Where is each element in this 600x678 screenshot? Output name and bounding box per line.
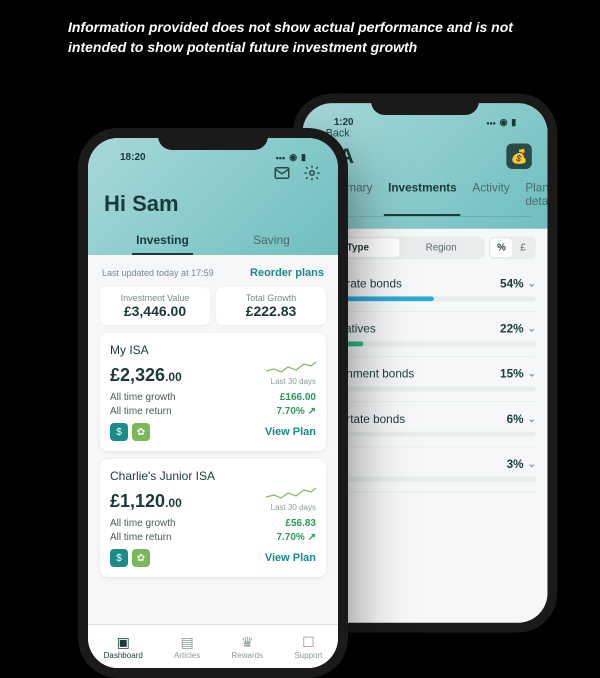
total-growth: £222.83 (222, 303, 320, 319)
rewards-icon: ♛ (232, 634, 264, 651)
status-time: 1:20 (334, 117, 354, 128)
tabbar-articles-label: Articles (174, 651, 200, 660)
mail-icon[interactable] (272, 163, 292, 183)
trend-up-icon: ↗ (308, 406, 316, 417)
header-dashboard: 18:20 ▪▪▪ ◉ ▮ Hi Sam Investing Saving (88, 138, 338, 255)
chevron-down-icon: ⌄ (528, 459, 536, 470)
view-plan-link[interactable]: View Plan (265, 426, 316, 438)
plan-card[interactable]: Charlie's Junior ISA £1,120.00 Last 30 d… (100, 459, 326, 577)
dashboard-icon: ▣ (104, 634, 143, 651)
reorder-plans-link[interactable]: Reorder plans (250, 267, 324, 279)
status-time: 18:20 (120, 152, 146, 163)
allocation-percent: 22% ⌄ (500, 322, 536, 336)
disclaimer-text: Information provided does not show actua… (0, 0, 600, 67)
greeting: Hi Sam (104, 191, 322, 217)
plan-name: Charlie's Junior ISA (110, 469, 316, 483)
growth-value: £166.00 (280, 392, 316, 403)
tab-bar: ▣ Dashboard ▤ Articles ♛ Rewards ☐ Suppo… (88, 624, 338, 668)
segment-pound[interactable]: £ (512, 239, 534, 258)
plan-card[interactable]: My ISA £2,326.00 Last 30 days All time g… (100, 333, 326, 451)
chevron-down-icon: ⌄ (528, 413, 536, 424)
segment-percent[interactable]: % (491, 239, 513, 258)
content-area: Last updated today at 17:59 Reorder plan… (88, 255, 338, 593)
tab-saving[interactable]: Saving (249, 227, 294, 255)
growth-value: £56.83 (285, 518, 316, 529)
header-icons (104, 163, 322, 183)
plan-value: £1,120.00 (110, 491, 182, 512)
money-bag-icon[interactable]: 💰 (506, 143, 531, 168)
tabbar-dashboard[interactable]: ▣ Dashboard (104, 634, 143, 660)
gear-icon[interactable] (302, 163, 322, 183)
tab-investing[interactable]: Investing (132, 227, 193, 255)
support-icon: ☐ (294, 634, 322, 651)
wifi-icon: ◉ (500, 117, 508, 128)
tab-investments[interactable]: Investments (384, 175, 460, 216)
money-icon: $ (110, 549, 128, 567)
investment-value: £3,446.00 (106, 303, 204, 319)
meta-row: Last updated today at 17:59 Reorder plan… (100, 263, 326, 287)
total-growth-card: Total Growth £222.83 (216, 287, 326, 325)
tab-activity[interactable]: Activity (468, 175, 513, 216)
signal-icon: ▪▪▪ (276, 153, 286, 163)
phone-dashboard: 18:20 ▪▪▪ ◉ ▮ Hi Sam Investing Saving (78, 128, 348, 678)
back-button[interactable]: ‹ Back (318, 128, 532, 140)
phone-notch (158, 128, 268, 150)
return-value: 7.70% ↗ (276, 532, 316, 543)
battery-icon: ▮ (511, 117, 516, 128)
sparkline-icon (266, 485, 316, 501)
allocation-percent: 54% ⌄ (500, 277, 536, 291)
tabbar-dashboard-label: Dashboard (104, 651, 143, 660)
main-tabs: Investing Saving (104, 227, 322, 255)
status-right: ▪▪▪ ◉ ▮ (276, 152, 306, 163)
tabbar-rewards[interactable]: ♛ Rewards (232, 634, 264, 660)
money-icon: $ (110, 423, 128, 441)
sparkline-icon (266, 359, 316, 375)
plan-list: My ISA £2,326.00 Last 30 days All time g… (100, 333, 326, 577)
leaf-icon: ✿ (132, 423, 150, 441)
plan-badges: $ ✿ (110, 549, 150, 567)
view-plan-link[interactable]: View Plan (265, 552, 316, 564)
signal-icon: ▪▪▪ (486, 118, 495, 128)
articles-icon: ▤ (174, 634, 200, 651)
growth-label: All time growth (110, 392, 176, 403)
spark-label: Last 30 days (266, 503, 316, 512)
plan-name: My ISA (110, 343, 316, 357)
segment-region[interactable]: Region (400, 239, 483, 258)
tabbar-support-label: Support (294, 651, 322, 660)
allocation-percent: 6% ⌄ (507, 412, 536, 426)
tabbar-articles[interactable]: ▤ Articles (174, 634, 200, 660)
chevron-down-icon: ⌄ (528, 368, 536, 379)
allocation-percent: 3% ⌄ (507, 457, 536, 471)
battery-icon: ▮ (301, 152, 306, 163)
allocation-percent: 15% ⌄ (500, 367, 536, 381)
spark-label: Last 30 days (266, 377, 316, 386)
investment-value-label: Investment Value (106, 293, 204, 303)
stat-cards: Investment Value £3,446.00 Total Growth … (100, 287, 326, 325)
screen-dashboard: 18:20 ▪▪▪ ◉ ▮ Hi Sam Investing Saving (88, 138, 338, 668)
tab-plan-details[interactable]: Plan details (521, 175, 547, 216)
investment-value-card: Investment Value £3,446.00 (100, 287, 210, 325)
total-growth-label: Total Growth (222, 293, 320, 303)
growth-label: All time growth (110, 518, 176, 529)
return-label: All time return (110, 406, 172, 417)
tabbar-support[interactable]: ☐ Support (294, 634, 322, 660)
chevron-down-icon: ⌄ (528, 278, 536, 289)
phone-notch (371, 94, 479, 116)
trend-up-icon: ↗ (308, 532, 316, 543)
unit-segment[interactable]: % £ (489, 237, 536, 260)
plan-value: £2,326.00 (110, 365, 182, 386)
tabbar-rewards-label: Rewards (232, 651, 264, 660)
wifi-icon: ◉ (289, 152, 297, 163)
plan-badges: $ ✿ (110, 423, 150, 441)
isa-tabs: Summary Investments Activity Plan detail… (318, 175, 532, 217)
return-label: All time return (110, 532, 172, 543)
return-value: 7.70% ↗ (276, 406, 316, 417)
chevron-down-icon: ⌄ (528, 323, 536, 334)
last-updated: Last updated today at 17:59 (102, 268, 214, 278)
leaf-icon: ✿ (132, 549, 150, 567)
status-right: ▪▪▪ ◉ ▮ (486, 117, 516, 128)
